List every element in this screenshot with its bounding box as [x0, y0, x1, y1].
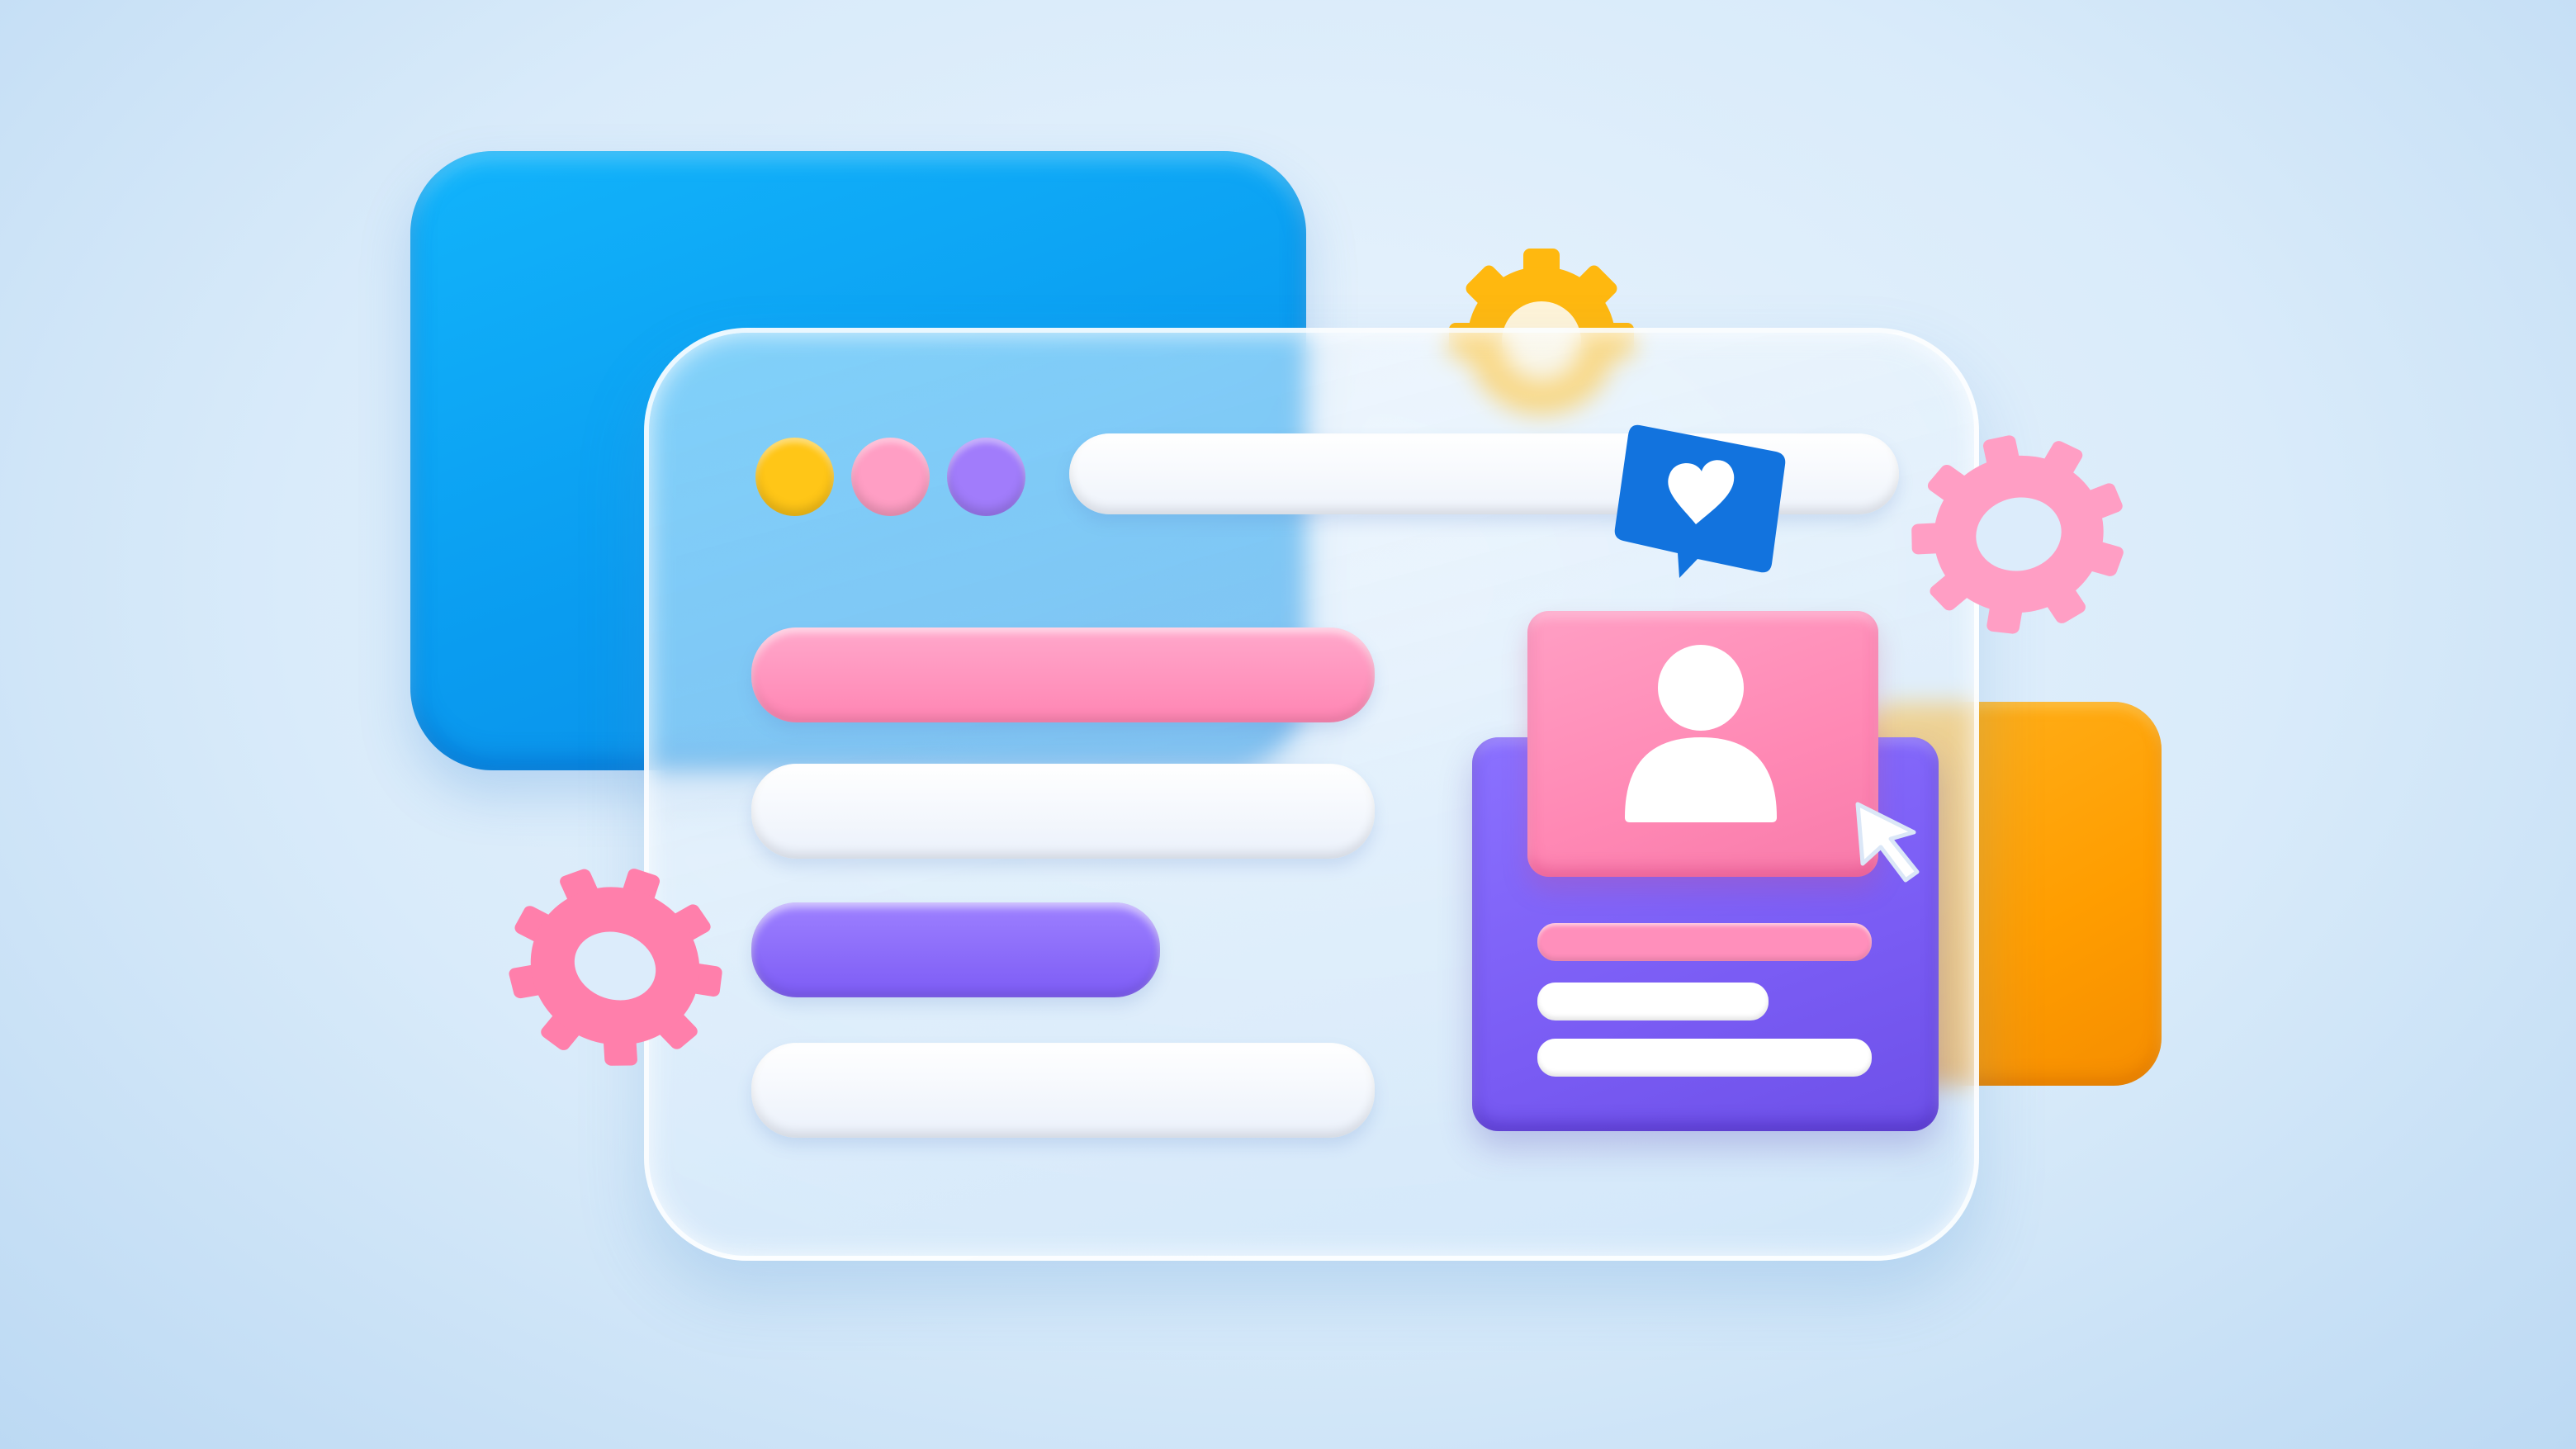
heart-icon[interactable] [1607, 417, 1792, 582]
window-dot-yellow[interactable] [755, 438, 834, 516]
profile-line-pink [1537, 923, 1872, 961]
gear-icon [509, 869, 722, 1066]
profile-line-white [1537, 983, 1769, 1020]
content-line-pink [751, 627, 1375, 722]
profile-line-white [1537, 1039, 1872, 1077]
content-line-white [751, 1043, 1375, 1138]
cursor-icon [1855, 802, 1920, 883]
window-dot-pink[interactable] [851, 438, 930, 516]
user-icon [1625, 645, 1777, 822]
gear-icon [1911, 435, 2124, 634]
content-line-white [751, 764, 1375, 859]
content-line-purple [751, 902, 1160, 997]
window-dot-purple[interactable] [947, 438, 1025, 516]
